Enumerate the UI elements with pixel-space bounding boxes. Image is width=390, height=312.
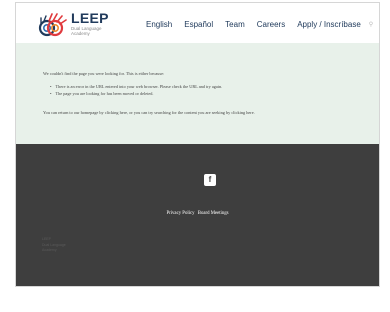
logo-title: LEEP (71, 10, 109, 26)
browser-viewport: LEEP Dual Language Academy English Españ… (15, 2, 380, 287)
privacy-policy-link[interactable]: Privacy Policy (166, 211, 194, 216)
facebook-icon[interactable]: f (204, 174, 216, 186)
site-footer: f Privacy Policy Board Meetings LEEP Dua… (16, 144, 379, 286)
footer-muted-text: LEEP Dual Language Academy (42, 237, 66, 254)
site-header: LEEP Dual Language Academy English Españ… (16, 3, 379, 43)
facebook-glyph: f (208, 175, 212, 184)
footer-links: Privacy Policy Board Meetings (16, 211, 379, 216)
notice-intro: We couldn't find the page you were looki… (43, 71, 165, 76)
nav-item-english[interactable]: English (146, 20, 172, 29)
not-found-message: We couldn't find the page you were looki… (16, 43, 379, 144)
nav-item-apply[interactable]: Apply / Inscríbase (297, 20, 361, 29)
search-icon[interactable]: ⚲ (369, 21, 373, 28)
site-logo[interactable]: LEEP Dual Language Academy (38, 10, 132, 38)
nav-item-espanol[interactable]: Español (184, 20, 213, 29)
logo-mark-icon (38, 13, 67, 37)
logo-subtitle: Dual Language Academy (71, 26, 102, 36)
list-item: The page you are looking for has been mo… (50, 90, 222, 97)
nav-item-careers[interactable]: Careers (257, 20, 285, 29)
main-nav: English Español Team Careers Apply / Ins… (146, 17, 373, 31)
list-item: There is an error in the URL entered int… (50, 83, 223, 90)
nav-item-team[interactable]: Team (225, 20, 245, 29)
notice-outro[interactable]: You can return to our homepage by clicki… (43, 110, 255, 116)
board-meetings-link[interactable]: Board Meetings (198, 211, 229, 216)
footer-muted-line: Academy (42, 248, 57, 252)
notice-reasons-list: There is an error in the URL entered int… (50, 83, 223, 97)
